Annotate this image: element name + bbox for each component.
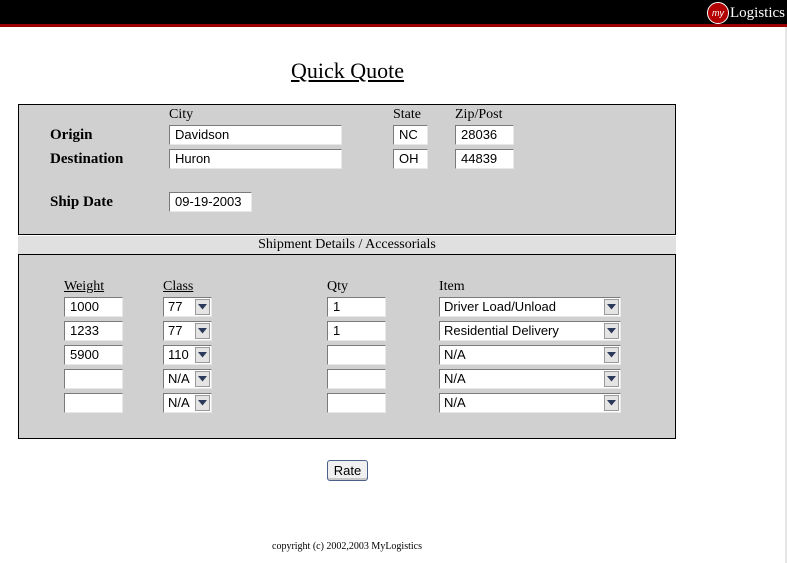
item-select-value: Residential Delivery — [444, 323, 559, 338]
rate-button[interactable]: Rate — [327, 460, 368, 481]
origin-label: Origin — [50, 127, 93, 143]
ship-date-input[interactable]: 09-19-2003 — [169, 192, 252, 212]
top-bar — [0, 0, 787, 24]
class-select-value: N/A — [168, 371, 190, 386]
origin-state-input[interactable]: NC — [393, 125, 428, 145]
destination-label: Destination — [50, 151, 124, 167]
item-select-value: N/A — [444, 347, 466, 362]
item-select-value: N/A — [444, 395, 466, 410]
page-title: Quick Quote — [290, 58, 405, 83]
chevron-down-icon[interactable] — [604, 323, 619, 339]
class-select-value: N/A — [168, 395, 190, 410]
shipment-section-title: Shipment Details / Accessorials — [18, 236, 676, 254]
ship-date-label: Ship Date — [50, 194, 113, 210]
qty-header: Qty — [327, 279, 348, 294]
qty-input[interactable]: 1 — [327, 321, 386, 341]
class-select[interactable]: 77 — [163, 321, 212, 341]
weight-header: Weight — [64, 279, 105, 294]
item-select[interactable]: N/A — [439, 393, 621, 413]
chevron-down-icon[interactable] — [604, 347, 619, 363]
qty-input[interactable] — [327, 345, 386, 365]
item-select-value: N/A — [444, 371, 466, 386]
item-select[interactable]: Residential Delivery — [439, 321, 621, 341]
class-select[interactable]: 110 — [163, 345, 212, 365]
logo-text: Logistics — [730, 4, 785, 21]
class-header: Class — [163, 279, 194, 294]
logo-badge: my — [707, 2, 729, 24]
qty-input[interactable] — [327, 393, 386, 413]
class-select-value: 77 — [168, 299, 183, 314]
weight-input[interactable] — [64, 393, 123, 413]
chevron-down-icon[interactable] — [604, 371, 619, 387]
weight-input[interactable]: 1000 — [64, 297, 123, 317]
class-select[interactable]: 77 — [163, 297, 212, 317]
chevron-down-icon[interactable] — [195, 371, 210, 387]
chevron-down-icon[interactable] — [604, 395, 619, 411]
item-header: Item — [439, 279, 465, 294]
destination-city-input[interactable]: Huron — [169, 149, 342, 169]
weight-input[interactable]: 1233 — [64, 321, 123, 341]
location-panel — [18, 104, 676, 235]
weight-input[interactable] — [64, 369, 123, 389]
item-select[interactable]: N/A — [439, 369, 621, 389]
destination-zip-input[interactable]: 44839 — [455, 149, 514, 169]
state-header: State — [393, 107, 421, 122]
origin-zip-input[interactable]: 28036 — [455, 125, 514, 145]
qty-input[interactable] — [327, 369, 386, 389]
destination-state-input[interactable]: OH — [393, 149, 428, 169]
origin-city-input[interactable]: Davidson — [169, 125, 342, 145]
chevron-down-icon[interactable] — [195, 323, 210, 339]
chevron-down-icon[interactable] — [604, 299, 619, 315]
chevron-down-icon[interactable] — [195, 299, 210, 315]
weight-input[interactable]: 5900 — [64, 345, 123, 365]
mylogistics-logo: my Logistics — [707, 2, 785, 24]
copyright-text: copyright (c) 2002,2003 MyLogistics — [272, 541, 422, 552]
chevron-down-icon[interactable] — [195, 395, 210, 411]
item-select[interactable]: Driver Load/Unload — [439, 297, 621, 317]
class-select[interactable]: N/A — [163, 393, 212, 413]
class-select-value: 110 — [168, 347, 189, 362]
city-header: City — [169, 107, 194, 122]
class-select-value: 77 — [168, 323, 183, 338]
chevron-down-icon[interactable] — [195, 347, 210, 363]
zip-header: Zip/Post — [455, 107, 503, 122]
class-select[interactable]: N/A — [163, 369, 212, 389]
item-select[interactable]: N/A — [439, 345, 621, 365]
qty-input[interactable]: 1 — [327, 297, 386, 317]
top-bar-accent-line — [0, 24, 787, 27]
item-select-value: Driver Load/Unload — [444, 299, 557, 314]
